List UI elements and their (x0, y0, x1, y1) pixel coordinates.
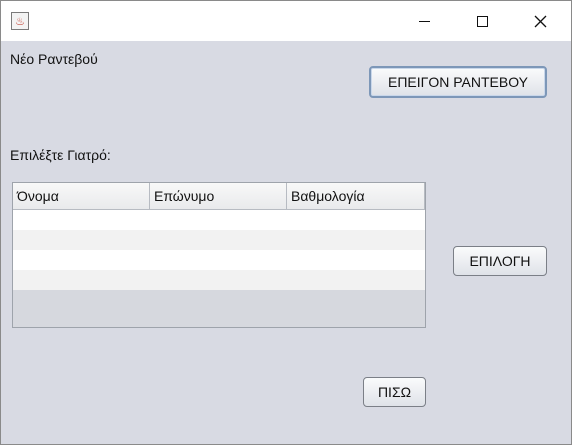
app-window: ♨ Νέο Ραντεβού ΕΠΕΙΓΟΝ ΡΑΝΤΕΒΟΥ Επιλέξτε… (0, 0, 572, 445)
page-title: Νέο Ραντεβού (10, 51, 98, 67)
back-button[interactable]: ΠΙΣΩ (363, 377, 426, 407)
table-row[interactable] (13, 270, 425, 290)
java-app-icon: ♨ (11, 12, 29, 30)
select-doctor-button[interactable]: ΕΠΙΛΟΓΗ (453, 246, 547, 276)
minimize-icon (418, 20, 430, 22)
maximize-button[interactable] (453, 1, 511, 41)
minimize-button[interactable] (395, 1, 453, 41)
column-header-rating[interactable]: Βαθμολογία (287, 183, 425, 209)
table-row[interactable] (13, 210, 425, 230)
column-header-last-name[interactable]: Επώνυμο (150, 183, 287, 209)
table-header: Όνομα Επώνυμο Βαθμολογία (13, 183, 425, 210)
table-row[interactable] (13, 230, 425, 250)
urgent-appointment-button[interactable]: ΕΠΕΙΓΟΝ ΡΑΝΤΕΒΟΥ (369, 66, 547, 98)
table-row[interactable] (13, 250, 425, 270)
close-icon (534, 15, 546, 27)
title-bar: ♨ (1, 1, 571, 41)
content-panel: Νέο Ραντεβού ΕΠΕΙΓΟΝ ΡΑΝΤΕΒΟΥ Επιλέξτε Γ… (1, 41, 571, 444)
doctors-table[interactable]: Όνομα Επώνυμο Βαθμολογία (12, 182, 426, 328)
column-header-first-name[interactable]: Όνομα (13, 183, 150, 209)
select-doctor-label: Επιλέξτε Γιατρό: (10, 147, 111, 163)
close-button[interactable] (511, 1, 569, 41)
maximize-icon (476, 15, 488, 27)
